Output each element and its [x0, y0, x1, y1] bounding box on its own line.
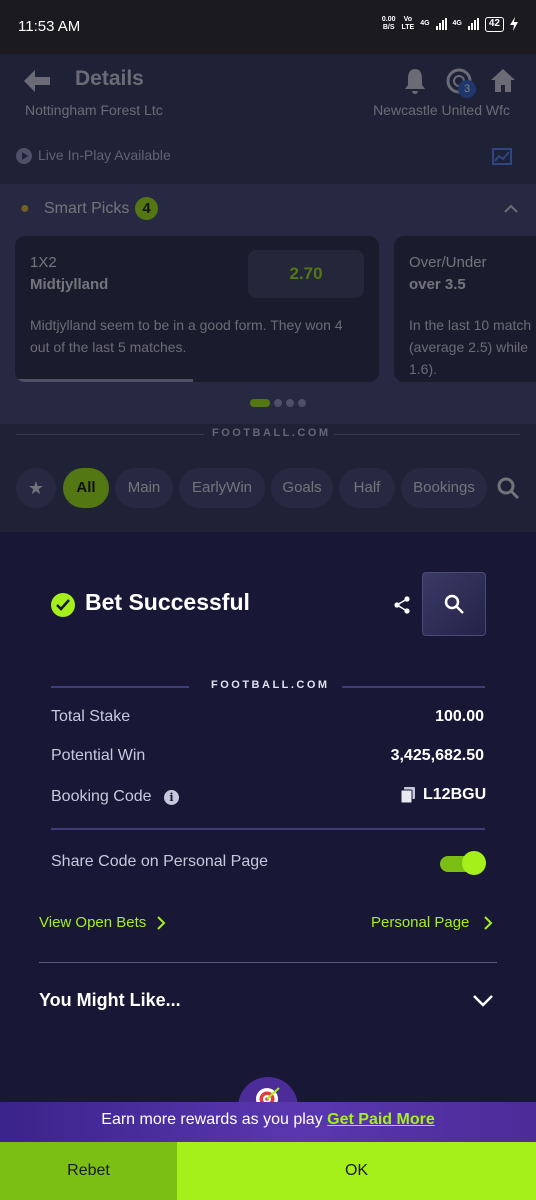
pick-selection: Midtjylland: [30, 276, 109, 293]
live-in-play-row: Live In-Play Available: [16, 144, 520, 168]
total-stake-value: 100.00: [435, 708, 484, 725]
smart-pick-card[interactable]: 1X2 Midtjylland 2.70 Midtjylland seem to…: [15, 236, 379, 382]
check-circle-icon: [51, 593, 75, 617]
copy-icon[interactable]: [401, 787, 415, 803]
battery-icon: 42: [484, 16, 504, 32]
pick-market: Over/Under: [409, 254, 487, 271]
view-open-bets-link[interactable]: View Open Bets: [39, 914, 146, 931]
booking-code-label: Booking Code: [51, 788, 152, 805]
charging-icon: [510, 17, 518, 31]
network-4g-label: 4G: [420, 20, 430, 27]
personal-page-link[interactable]: Personal Page: [371, 914, 469, 931]
pick-selection: over 3.5: [409, 276, 466, 293]
brand-divider: FOOTBALL.COM: [51, 678, 485, 696]
app-header: Details 3: [0, 54, 536, 106]
smart-picks-section: ● Smart Picks 4 1X2 Midtjylland 2.70 Mid…: [0, 184, 536, 424]
chevron-down-icon[interactable]: [472, 994, 494, 1008]
smart-picks-count: 4: [135, 197, 158, 220]
network-4g-label-2: 4G: [452, 20, 462, 27]
home-team-name: Nottingham Forest Ltc: [25, 102, 163, 118]
magnify-icon: [444, 594, 464, 614]
chevron-right-icon[interactable]: [156, 915, 166, 931]
search-icon[interactable]: [496, 476, 520, 500]
pick-odds-button[interactable]: 2.70: [248, 250, 364, 298]
rebet-button[interactable]: Rebet: [0, 1142, 177, 1200]
booking-code-value[interactable]: L12BGU: [423, 786, 486, 804]
chevron-up-icon[interactable]: [504, 202, 518, 216]
info-icon[interactable]: i: [164, 790, 179, 805]
pick-market: 1X2: [30, 254, 57, 271]
net-speed: 0.00 B/S: [381, 16, 396, 31]
market-tabs: ★ All Main EarlyWin Goals Half Bookings: [0, 468, 536, 508]
bet-success-title: Bet Successful: [85, 589, 250, 615]
brand-logo: FOOTBALL.COM: [211, 679, 330, 691]
share-icon[interactable]: [392, 595, 412, 615]
potential-win-label: Potential Win: [51, 747, 146, 764]
chevron-right-icon[interactable]: [483, 915, 493, 931]
tab-half[interactable]: Half: [339, 468, 395, 508]
brand-logo: FOOTBALL.COM: [212, 427, 331, 439]
tab-bookings[interactable]: Bookings: [401, 468, 487, 508]
tab-all[interactable]: All: [63, 468, 109, 508]
coins-badge: 3: [458, 80, 476, 98]
stats-chart-icon[interactable]: [492, 148, 512, 165]
back-arrow-icon[interactable]: [22, 68, 52, 94]
divider: [39, 962, 497, 963]
signal-icon: [435, 18, 447, 30]
tab-earlywin[interactable]: EarlyWin: [179, 468, 265, 508]
pick-description: In the last 10 match (average 2.5) while…: [409, 317, 532, 377]
away-team-name: Newcastle United Wfc: [373, 102, 510, 118]
share-code-label: Share Code on Personal Page: [51, 853, 269, 870]
share-code-toggle[interactable]: [440, 851, 486, 877]
smart-picks-title: Smart Picks: [44, 200, 130, 217]
match-details-page: Details 3 Nottingham Forest Ltc Newcastl…: [0, 54, 536, 532]
total-stake-label: Total Stake: [51, 708, 131, 725]
carousel-dots: [250, 399, 306, 407]
page-title: Details: [75, 67, 144, 90]
betslip-thumbnail[interactable]: [422, 572, 486, 636]
teams-row: Nottingham Forest Ltc Newcastle United W…: [0, 102, 536, 124]
tab-main[interactable]: Main: [115, 468, 173, 508]
play-icon: [16, 148, 32, 164]
get-paid-more-link[interactable]: Get Paid More: [327, 1111, 435, 1128]
volte-icon: Vo LTE: [401, 16, 415, 31]
divider: [51, 828, 485, 830]
bet-success-sheet: Bet Successful FOOTBALL.COM Total Stake …: [0, 532, 536, 1102]
favorite-star-icon[interactable]: ★: [16, 468, 56, 508]
smart-pick-card[interactable]: Over/Under over 3.5 In the last 10 match…: [394, 236, 536, 382]
signal-icon-2: [467, 18, 479, 30]
rewards-text: Earn more rewards as you play Get Paid M…: [101, 1111, 435, 1128]
brand-divider: FOOTBALL.COM: [0, 424, 536, 446]
lightbulb-icon: ●: [20, 200, 30, 217]
live-in-play-label: Live In-Play Available: [38, 147, 171, 163]
status-icons: 0.00 B/S Vo LTE 4G 4G 42: [382, 16, 518, 32]
tab-goals[interactable]: Goals: [271, 468, 333, 508]
pick-progress-bar: [15, 379, 193, 382]
potential-win-value: 3,425,682.50: [390, 747, 484, 764]
you-might-like-title[interactable]: You Might Like...: [39, 990, 181, 1011]
status-time: 11:53 AM: [18, 18, 81, 35]
status-bar: 11:53 AM 0.00 B/S Vo LTE 4G 4G 42: [0, 0, 536, 54]
ok-button[interactable]: OK: [177, 1142, 536, 1200]
pick-description: Midtjylland seem to be in a good form. T…: [30, 317, 343, 355]
bell-icon[interactable]: [400, 66, 430, 96]
home-icon[interactable]: [488, 66, 518, 96]
